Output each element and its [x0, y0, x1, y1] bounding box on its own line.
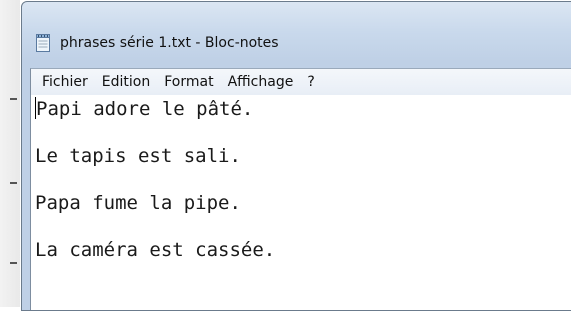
text-editor[interactable]: Papi adore le pâté. Le tapis est sali. P…: [31, 95, 571, 310]
menu-edition[interactable]: Edition: [95, 71, 157, 93]
text-line-content: Le tapis est sali.: [35, 145, 241, 167]
text-line-content: Papi adore le pâté.: [36, 98, 254, 120]
backdrop-mark: [10, 182, 17, 184]
client-area: Fichier Edition Format Affichage ? Papi …: [30, 68, 571, 310]
text-line: La caméra est cassée.: [35, 236, 571, 283]
menu-bar: Fichier Edition Format Affichage ?: [31, 69, 571, 96]
text-line: Le tapis est sali.: [35, 142, 571, 189]
menu-help[interactable]: ?: [300, 71, 321, 93]
notepad-window: phrases série 1.txt - Bloc-notes Fichier…: [21, 1, 571, 311]
text-line-content: La caméra est cassée.: [35, 239, 276, 261]
text-line-content: Papa fume la pipe.: [35, 192, 241, 214]
menu-fichier[interactable]: Fichier: [35, 71, 95, 93]
text-line: Papa fume la pipe.: [35, 189, 571, 236]
backdrop-mark: [10, 262, 17, 264]
desktop-backdrop: [0, 0, 20, 307]
menu-format[interactable]: Format: [157, 71, 220, 93]
title-bar[interactable]: phrases série 1.txt - Bloc-notes: [22, 2, 571, 52]
menu-affichage[interactable]: Affichage: [221, 71, 301, 93]
notepad-icon[interactable]: [35, 34, 51, 52]
text-line: Papi adore le pâté.: [35, 95, 571, 142]
window-title: phrases série 1.txt - Bloc-notes: [60, 35, 279, 51]
backdrop-mark: [10, 98, 17, 100]
